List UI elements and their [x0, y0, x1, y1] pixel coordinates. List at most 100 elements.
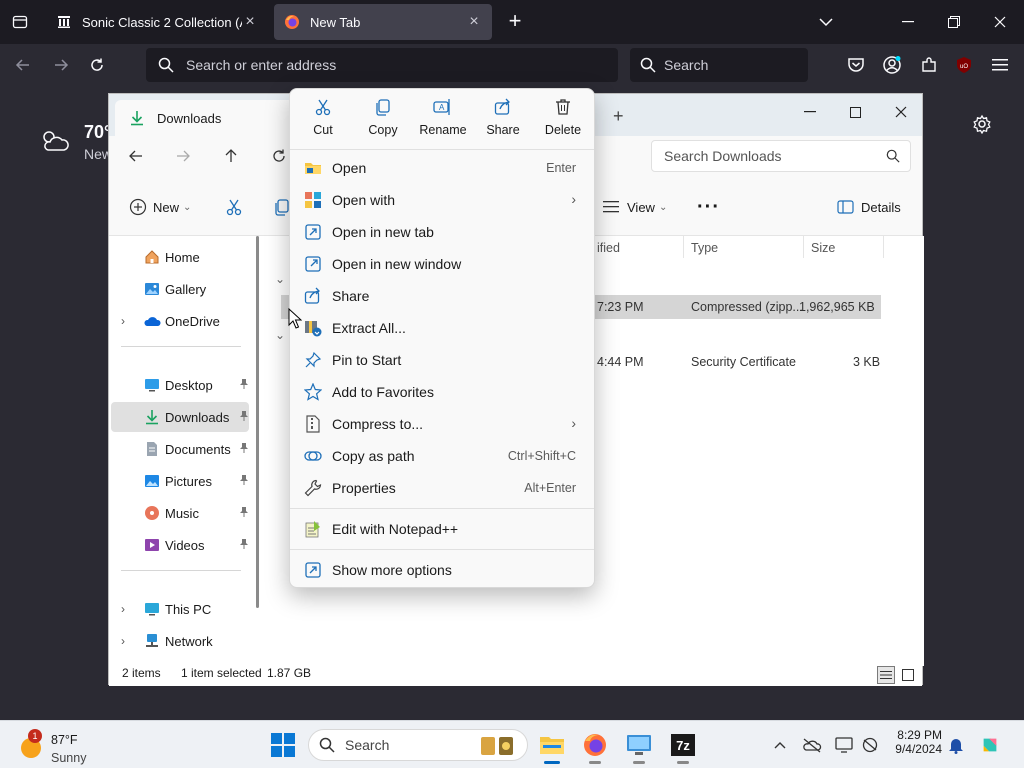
account-button[interactable] — [881, 54, 903, 76]
taskbar-weather-widget[interactable]: 1 87°F Sunny — [18, 727, 118, 765]
quick-action-delete[interactable]: Delete — [533, 97, 593, 143]
column-header-type[interactable]: Type — [691, 241, 718, 255]
tiles-view-toggle[interactable] — [899, 666, 917, 684]
new-item-button[interactable]: New ⌄ — [129, 194, 191, 220]
column-separator[interactable] — [883, 236, 884, 258]
chevron-right-icon[interactable]: › — [121, 602, 131, 616]
see-more-button[interactable]: ··· — [697, 194, 720, 220]
sidebar-item-downloads[interactable]: Downloads — [111, 402, 249, 432]
sidebar-item-network[interactable]: › Network — [111, 626, 249, 656]
browser-tab-newtab[interactable]: New Tab × — [274, 4, 492, 40]
new-tab-button[interactable]: + — [503, 10, 527, 34]
explorer-up-button[interactable] — [219, 144, 243, 168]
quick-action-copy[interactable]: Copy — [353, 97, 413, 143]
explorer-refresh-button[interactable] — [267, 144, 291, 168]
copilot-button[interactable] — [980, 735, 1000, 755]
menu-item-open-with[interactable]: Open with › — [294, 185, 590, 215]
chevron-right-icon[interactable]: › — [121, 314, 131, 328]
taskbar-control-panel[interactable] — [623, 729, 655, 764]
start-button[interactable] — [270, 732, 296, 758]
restore-button[interactable] — [940, 8, 968, 36]
column-separator[interactable] — [683, 236, 684, 258]
firefox-view-button[interactable] — [8, 10, 32, 34]
sidebar-scrollbar[interactable] — [256, 236, 259, 608]
group-chevron-icon[interactable]: ⌄ — [275, 272, 285, 286]
close-window-button[interactable] — [986, 8, 1014, 36]
explorer-search-input[interactable] — [664, 148, 874, 164]
pocket-button[interactable] — [845, 54, 867, 76]
explorer-maximize-button[interactable] — [840, 98, 870, 126]
tray-onedrive[interactable] — [802, 735, 822, 755]
menu-item-shortcut: Ctrl+Shift+C — [507, 449, 576, 463]
details-pane-button[interactable]: Details — [837, 194, 901, 220]
quick-action-share[interactable]: Share — [473, 97, 533, 143]
menu-item-copy-as-path[interactable]: Copy as path Ctrl+Shift+C — [294, 441, 590, 471]
taskbar-firefox[interactable] — [579, 729, 611, 764]
minimize-button[interactable] — [894, 8, 922, 36]
taskbar-search-box[interactable]: Search — [308, 729, 528, 761]
close-tab-icon[interactable]: × — [466, 14, 482, 30]
taskbar-file-explorer[interactable] — [536, 729, 568, 764]
toolbar-cut-button[interactable] — [225, 194, 249, 220]
quick-action-rename[interactable]: A Rename — [413, 97, 473, 143]
pocket-icon — [848, 58, 864, 72]
menu-item-pin-to-start[interactable]: Pin to Start — [294, 345, 590, 375]
menu-item-show-more-options[interactable]: Show more options — [294, 555, 590, 585]
taskbar-clock[interactable]: 8:29 PM 9/4/2024 — [888, 728, 942, 756]
sidebar-item-gallery[interactable]: Gallery — [111, 274, 249, 304]
view-menu-button[interactable]: View ⌄ — [603, 194, 667, 220]
sidebar-item-desktop[interactable]: Desktop — [111, 370, 249, 400]
chevron-right-icon[interactable]: › — [121, 634, 131, 648]
taskbar-7zip[interactable]: 7z — [667, 729, 699, 764]
sidebar-item-music[interactable]: Music — [111, 498, 249, 528]
column-separator[interactable] — [803, 236, 804, 258]
column-header-size[interactable]: Size — [811, 241, 835, 255]
extensions-button[interactable] — [918, 54, 940, 76]
newtab-settings-button[interactable] — [972, 114, 994, 136]
details-view-toggle[interactable] — [877, 666, 895, 684]
tray-display[interactable] — [834, 735, 854, 755]
sidebar-item-label: Music — [165, 505, 199, 521]
ublock-button[interactable]: uO — [953, 54, 975, 76]
menu-item-open-new-window[interactable]: Open in new window — [294, 249, 590, 279]
url-input[interactable] — [186, 57, 566, 73]
explorer-new-tab-button[interactable]: + — [613, 106, 624, 127]
list-all-tabs-button[interactable] — [814, 10, 838, 34]
notification-center-button[interactable] — [946, 735, 966, 755]
menu-item-open[interactable]: Open Enter — [294, 153, 590, 183]
sidebar-item-documents[interactable]: Documents — [111, 434, 249, 464]
menu-item-label: Add to Favorites — [332, 384, 434, 400]
explorer-close-button[interactable] — [886, 98, 916, 126]
browser-search-input[interactable] — [664, 57, 794, 73]
column-header-modified[interactable]: ified — [597, 241, 620, 255]
explorer-back-button[interactable] — [124, 144, 148, 168]
menu-item-share[interactable]: Share — [294, 281, 590, 311]
menu-item-edit-with-notepad-plus-plus[interactable]: Edit with Notepad++ — [294, 514, 590, 544]
sidebar-item-home[interactable]: Home — [111, 242, 249, 272]
forward-button[interactable] — [48, 52, 74, 78]
tray-network-volume[interactable] — [860, 735, 880, 755]
menu-item-open-new-tab[interactable]: Open in new tab — [294, 217, 590, 247]
close-tab-icon[interactable]: × — [242, 14, 258, 30]
browser-search-box[interactable] — [630, 48, 808, 82]
menu-item-properties[interactable]: Properties Alt+Enter — [294, 473, 590, 503]
explorer-forward-button[interactable] — [171, 144, 195, 168]
quick-action-cut[interactable]: Cut — [293, 97, 353, 143]
show-hidden-icons-button[interactable] — [770, 735, 790, 755]
group-chevron-icon[interactable]: ⌄ — [275, 328, 285, 342]
explorer-search-box[interactable] — [651, 140, 911, 172]
back-button[interactable] — [10, 52, 36, 78]
reload-button[interactable] — [84, 52, 110, 78]
browser-tab-sonic[interactable]: Sonic Classic 2 Collection (All Bonus Ga… — [46, 4, 268, 40]
explorer-minimize-button[interactable] — [795, 98, 825, 126]
sidebar-item-videos[interactable]: Videos — [111, 530, 249, 560]
menu-item-extract-all[interactable]: Extract All... — [294, 313, 590, 343]
app-menu-button[interactable] — [989, 54, 1011, 76]
reload-icon — [91, 58, 103, 71]
url-bar[interactable] — [146, 48, 618, 82]
sidebar-item-this-pc[interactable]: › This PC — [111, 594, 249, 624]
sidebar-item-pictures[interactable]: Pictures — [111, 466, 249, 496]
sidebar-item-onedrive[interactable]: › OneDrive — [111, 306, 249, 336]
menu-item-compress-to[interactable]: Compress to... › — [294, 409, 590, 439]
menu-item-add-to-favorites[interactable]: Add to Favorites — [294, 377, 590, 407]
